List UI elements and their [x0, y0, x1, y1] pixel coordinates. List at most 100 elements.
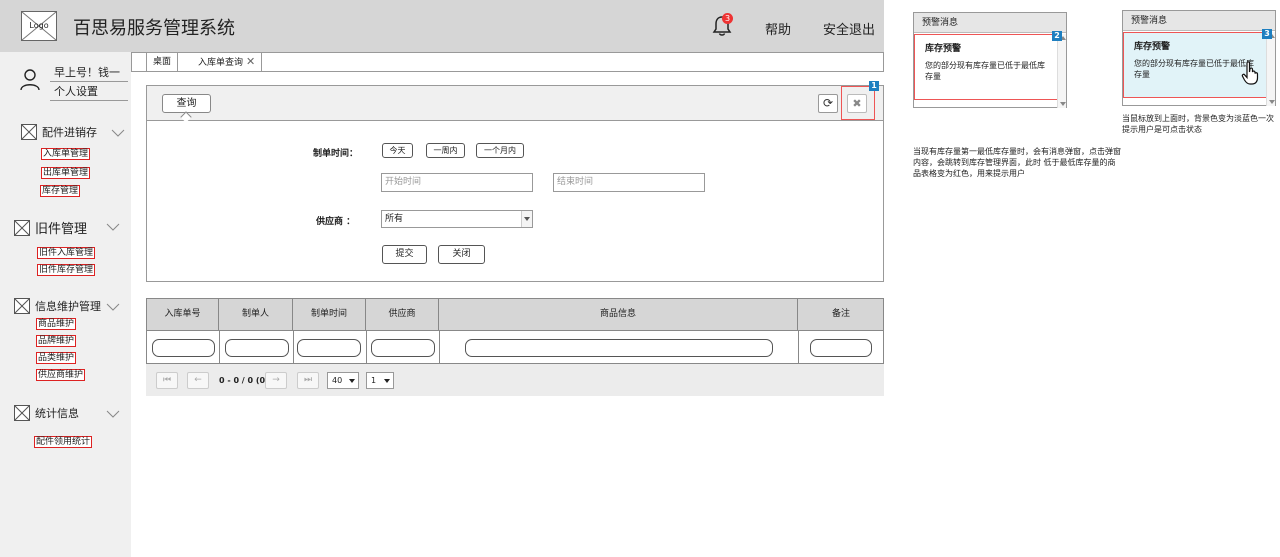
sidebar-item-suppliers[interactable]: 供应商维护 [36, 369, 86, 381]
scrollbar[interactable] [1057, 34, 1066, 108]
page-summary: 0 - 0 / 0 (0) [219, 376, 269, 385]
sidebar-item-brands[interactable]: 品牌维护 [36, 335, 77, 347]
help-link[interactable]: 帮助 [765, 19, 791, 38]
app-title: 百思易服务管理系统 [73, 18, 235, 39]
sidebar-item-used-inbound[interactable]: 旧件入库管理 [37, 247, 96, 259]
next-page-icon[interactable]: → [265, 372, 287, 389]
sidebar-item-categories[interactable]: 品类维护 [36, 352, 77, 364]
prev-page-icon[interactable]: ← [187, 372, 209, 389]
user-settings-link[interactable]: 个人设置 [54, 83, 98, 99]
menu-group-used-parts[interactable]: 旧件管理 [14, 218, 87, 237]
tab-caret [180, 111, 192, 123]
annotation-note-right: 当鼠标放到上面时，背景色变为淡蓝色一次提示用户是可点击状态 [1122, 114, 1274, 134]
menu-group-parts-inventory[interactable]: 配件进销存 [21, 124, 97, 140]
today-button[interactable]: 今天 [382, 143, 413, 158]
scrollbar[interactable] [1266, 32, 1275, 106]
menu-group-info-maintenance[interactable]: 信息维护管理 [14, 298, 101, 314]
query-panel: 查询 ⟳ ✖ 制单时间： 今天 一周内 一个月内 开始时间 结束时间 供应商 ：… [146, 85, 884, 282]
popup-title: 预警消息 [1123, 11, 1275, 31]
divider [50, 81, 128, 82]
close-highlight-box [841, 86, 875, 120]
sidebar-item-stock[interactable]: 库存管理 [40, 185, 81, 197]
chevron-down-icon [384, 379, 390, 383]
submit-button[interactable]: 提交 [382, 245, 427, 264]
menu-group-label: 配件进销存 [42, 126, 97, 139]
user-icon [20, 69, 40, 91]
within-month-button[interactable]: 一个月内 [476, 143, 524, 158]
tab-query[interactable]: 查询 [162, 94, 211, 113]
chevron-down-icon [1269, 100, 1275, 104]
chevron-down-icon [521, 211, 532, 227]
filter-supplier-input[interactable] [371, 339, 435, 357]
column-header[interactable]: 商品信息 [439, 299, 798, 330]
page-size-value: 40 [332, 376, 343, 385]
top-header: Logo 百思易服务管理系统 3 帮助 安全退出 [0, 0, 884, 52]
supplier-label: 供应商 ： [316, 217, 356, 227]
notification-badge: 3 [722, 13, 733, 24]
chevron-down-icon[interactable] [111, 128, 125, 138]
column-header[interactable]: 供应商 [366, 299, 439, 330]
column-header[interactable]: 备注 [798, 299, 884, 330]
menu-icon [21, 124, 37, 140]
start-time-input[interactable]: 开始时间 [381, 173, 533, 192]
close-button[interactable]: 关闭 [438, 245, 485, 264]
tab-desktop[interactable]: 桌面 [146, 53, 179, 71]
column-header[interactable]: 入库单号 [147, 299, 219, 330]
refresh-button[interactable]: ⟳ [818, 94, 838, 113]
filter-time-input[interactable] [297, 339, 361, 357]
warning-card-title: 库存预警 [1134, 42, 1171, 52]
divider [366, 331, 367, 363]
tab-label: 入库单查询 [198, 58, 244, 68]
pagination-bar: ⏮ ← 0 - 0 / 0 (0) → ⏭ 40 1 [146, 364, 884, 396]
annotation-note-left: 当现有库存量第一最低库存量时，会有消息弹窗，点击弹窗内容，会跳转到库存管理界面，… [913, 147, 1121, 178]
menu-icon [14, 298, 30, 314]
order-time-label: 制单时间： [313, 149, 359, 159]
column-header[interactable]: 制单人 [219, 299, 293, 330]
chevron-down-icon [1060, 102, 1066, 106]
refresh-icon: ⟳ [822, 96, 834, 110]
user-greeting: 早上号！钱一 [54, 66, 120, 79]
sidebar-item-outbound-orders[interactable]: 出库单管理 [41, 167, 91, 179]
end-time-input[interactable]: 结束时间 [553, 173, 705, 192]
filter-order-no-input[interactable] [152, 339, 215, 357]
tab-inbound-query[interactable]: 入库单查询 ✕ [192, 53, 263, 71]
within-week-button[interactable]: 一周内 [426, 143, 465, 158]
filter-product-input[interactable] [465, 339, 773, 357]
annotation-marker: 1 [869, 81, 879, 91]
chevron-down-icon[interactable] [106, 222, 120, 232]
page-size-select[interactable]: 40 [327, 372, 359, 389]
annotation-marker: 3 [1262, 29, 1272, 39]
menu-icon [14, 405, 30, 421]
divider [439, 331, 440, 363]
column-header[interactable]: 制单时间 [293, 299, 366, 330]
sidebar-item-inbound-orders[interactable]: 入库单管理 [41, 148, 91, 160]
first-page-icon[interactable]: ⏮ [156, 372, 178, 389]
chevron-down-icon [349, 379, 355, 383]
menu-icon [14, 219, 30, 236]
warning-popup-hover: 预警消息 库存预警 您的部分现有库存量已低于最低库存量 [1122, 10, 1276, 106]
annotation-marker: 2 [1052, 31, 1062, 41]
warning-card[interactable]: 库存预警 您的部分现有库存量已低于最低库存量 [914, 34, 1058, 100]
last-page-icon[interactable]: ⏭ [297, 372, 319, 389]
supplier-selected-value: 所有 [385, 214, 404, 224]
filter-remark-input[interactable] [810, 339, 872, 357]
sidebar-item-products[interactable]: 商品维护 [36, 318, 77, 330]
sidebar-item-parts-usage-stats[interactable]: 配件领用统计 [34, 436, 93, 448]
supplier-select[interactable]: 所有 [381, 210, 533, 228]
logout-link[interactable]: 安全退出 [823, 19, 875, 38]
tab-bar: 桌面 入库单查询 ✕ [131, 52, 884, 72]
chevron-down-icon[interactable] [106, 409, 120, 419]
filter-creator-input[interactable] [225, 339, 289, 357]
query-panel-header: 查询 ⟳ ✖ [147, 86, 883, 123]
chevron-down-icon[interactable] [106, 302, 120, 312]
menu-group-statistics[interactable]: 统计信息 [14, 405, 79, 421]
warning-card-title: 库存预警 [925, 44, 962, 54]
table-header: 入库单号 制单人 制单时间 供应商 商品信息 备注 [147, 299, 883, 331]
warning-card-body: 您的部分现有库存量已低于最低库存量 [925, 61, 1045, 81]
page-number-value: 1 [371, 376, 377, 385]
warning-popup: 预警消息 库存预警 您的部分现有库存量已低于最低库存量 [913, 12, 1067, 108]
sidebar-item-used-stock[interactable]: 旧件库存管理 [37, 264, 96, 276]
logo: Logo [21, 11, 57, 41]
page-number-select[interactable]: 1 [366, 372, 394, 389]
close-icon[interactable]: ✕ [246, 55, 255, 68]
